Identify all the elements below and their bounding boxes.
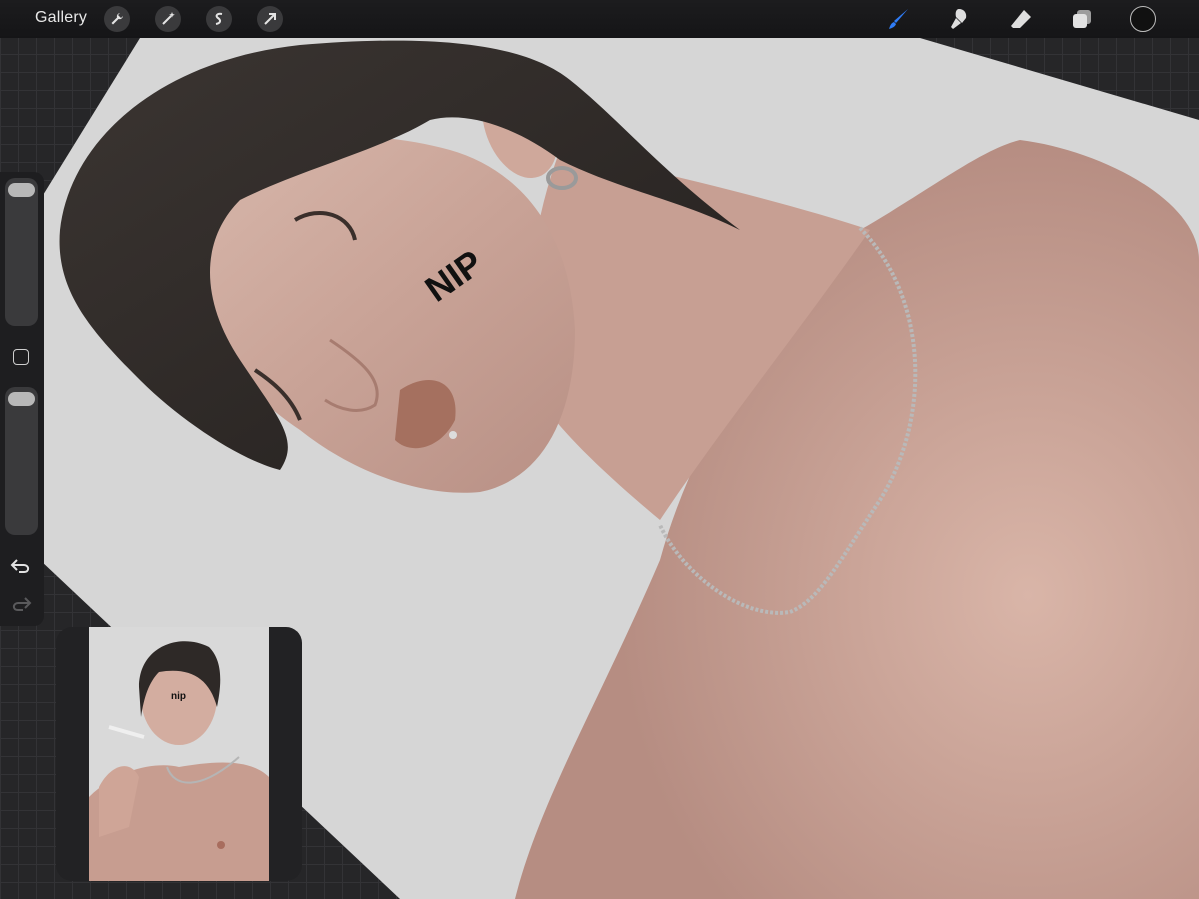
smudge-icon bbox=[951, 9, 967, 29]
color-picker-button[interactable] bbox=[1130, 6, 1156, 32]
lip-piercing bbox=[449, 431, 457, 439]
reference-cheek-mark: nip bbox=[171, 691, 186, 702]
layers-button[interactable] bbox=[1068, 5, 1096, 33]
left-sidebar bbox=[0, 172, 44, 626]
actions-button[interactable] bbox=[104, 6, 130, 32]
modifier-button[interactable] bbox=[13, 349, 29, 365]
eraser-tool-button[interactable] bbox=[1007, 5, 1035, 33]
brush-icon bbox=[889, 9, 908, 29]
brush-size-thumb[interactable] bbox=[8, 183, 35, 197]
opacity-slider[interactable] bbox=[5, 387, 38, 535]
undo-button[interactable] bbox=[9, 556, 33, 576]
opacity-thumb[interactable] bbox=[8, 392, 35, 406]
brush-tool-button[interactable] bbox=[885, 5, 913, 33]
top-toolbar: Gallery bbox=[0, 0, 1199, 38]
selection-button[interactable] bbox=[206, 6, 232, 32]
gallery-button[interactable]: Gallery bbox=[35, 9, 87, 27]
reference-window[interactable]: nip bbox=[56, 627, 302, 881]
reference-image: nip bbox=[89, 627, 269, 881]
redo-icon bbox=[12, 597, 32, 611]
redo-button[interactable] bbox=[9, 594, 33, 614]
magic-wand-icon bbox=[162, 12, 175, 25]
brush-size-slider[interactable] bbox=[5, 178, 38, 326]
wrench-icon bbox=[111, 13, 123, 25]
selection-s-icon bbox=[215, 12, 223, 25]
smudge-tool-button[interactable] bbox=[946, 5, 974, 33]
transform-button[interactable] bbox=[257, 6, 283, 32]
arrow-icon bbox=[264, 13, 276, 25]
adjustments-button[interactable] bbox=[155, 6, 181, 32]
layers-icon bbox=[1073, 10, 1091, 28]
undo-icon bbox=[10, 559, 30, 573]
eraser-icon bbox=[1011, 10, 1031, 28]
